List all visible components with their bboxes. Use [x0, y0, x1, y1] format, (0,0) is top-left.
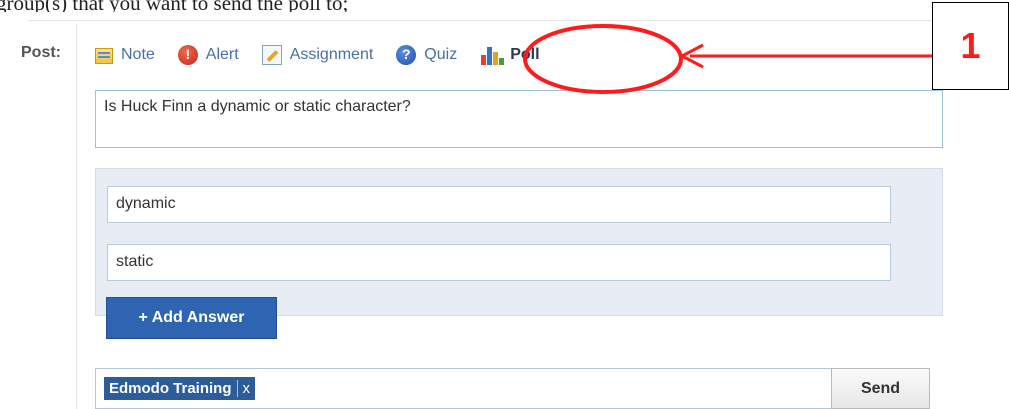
highlight-circle [523, 24, 683, 94]
annotation-callout: 1 [932, 2, 1009, 90]
annotation-number: 1 [960, 25, 981, 66]
annotation-overlay [523, 24, 932, 94]
